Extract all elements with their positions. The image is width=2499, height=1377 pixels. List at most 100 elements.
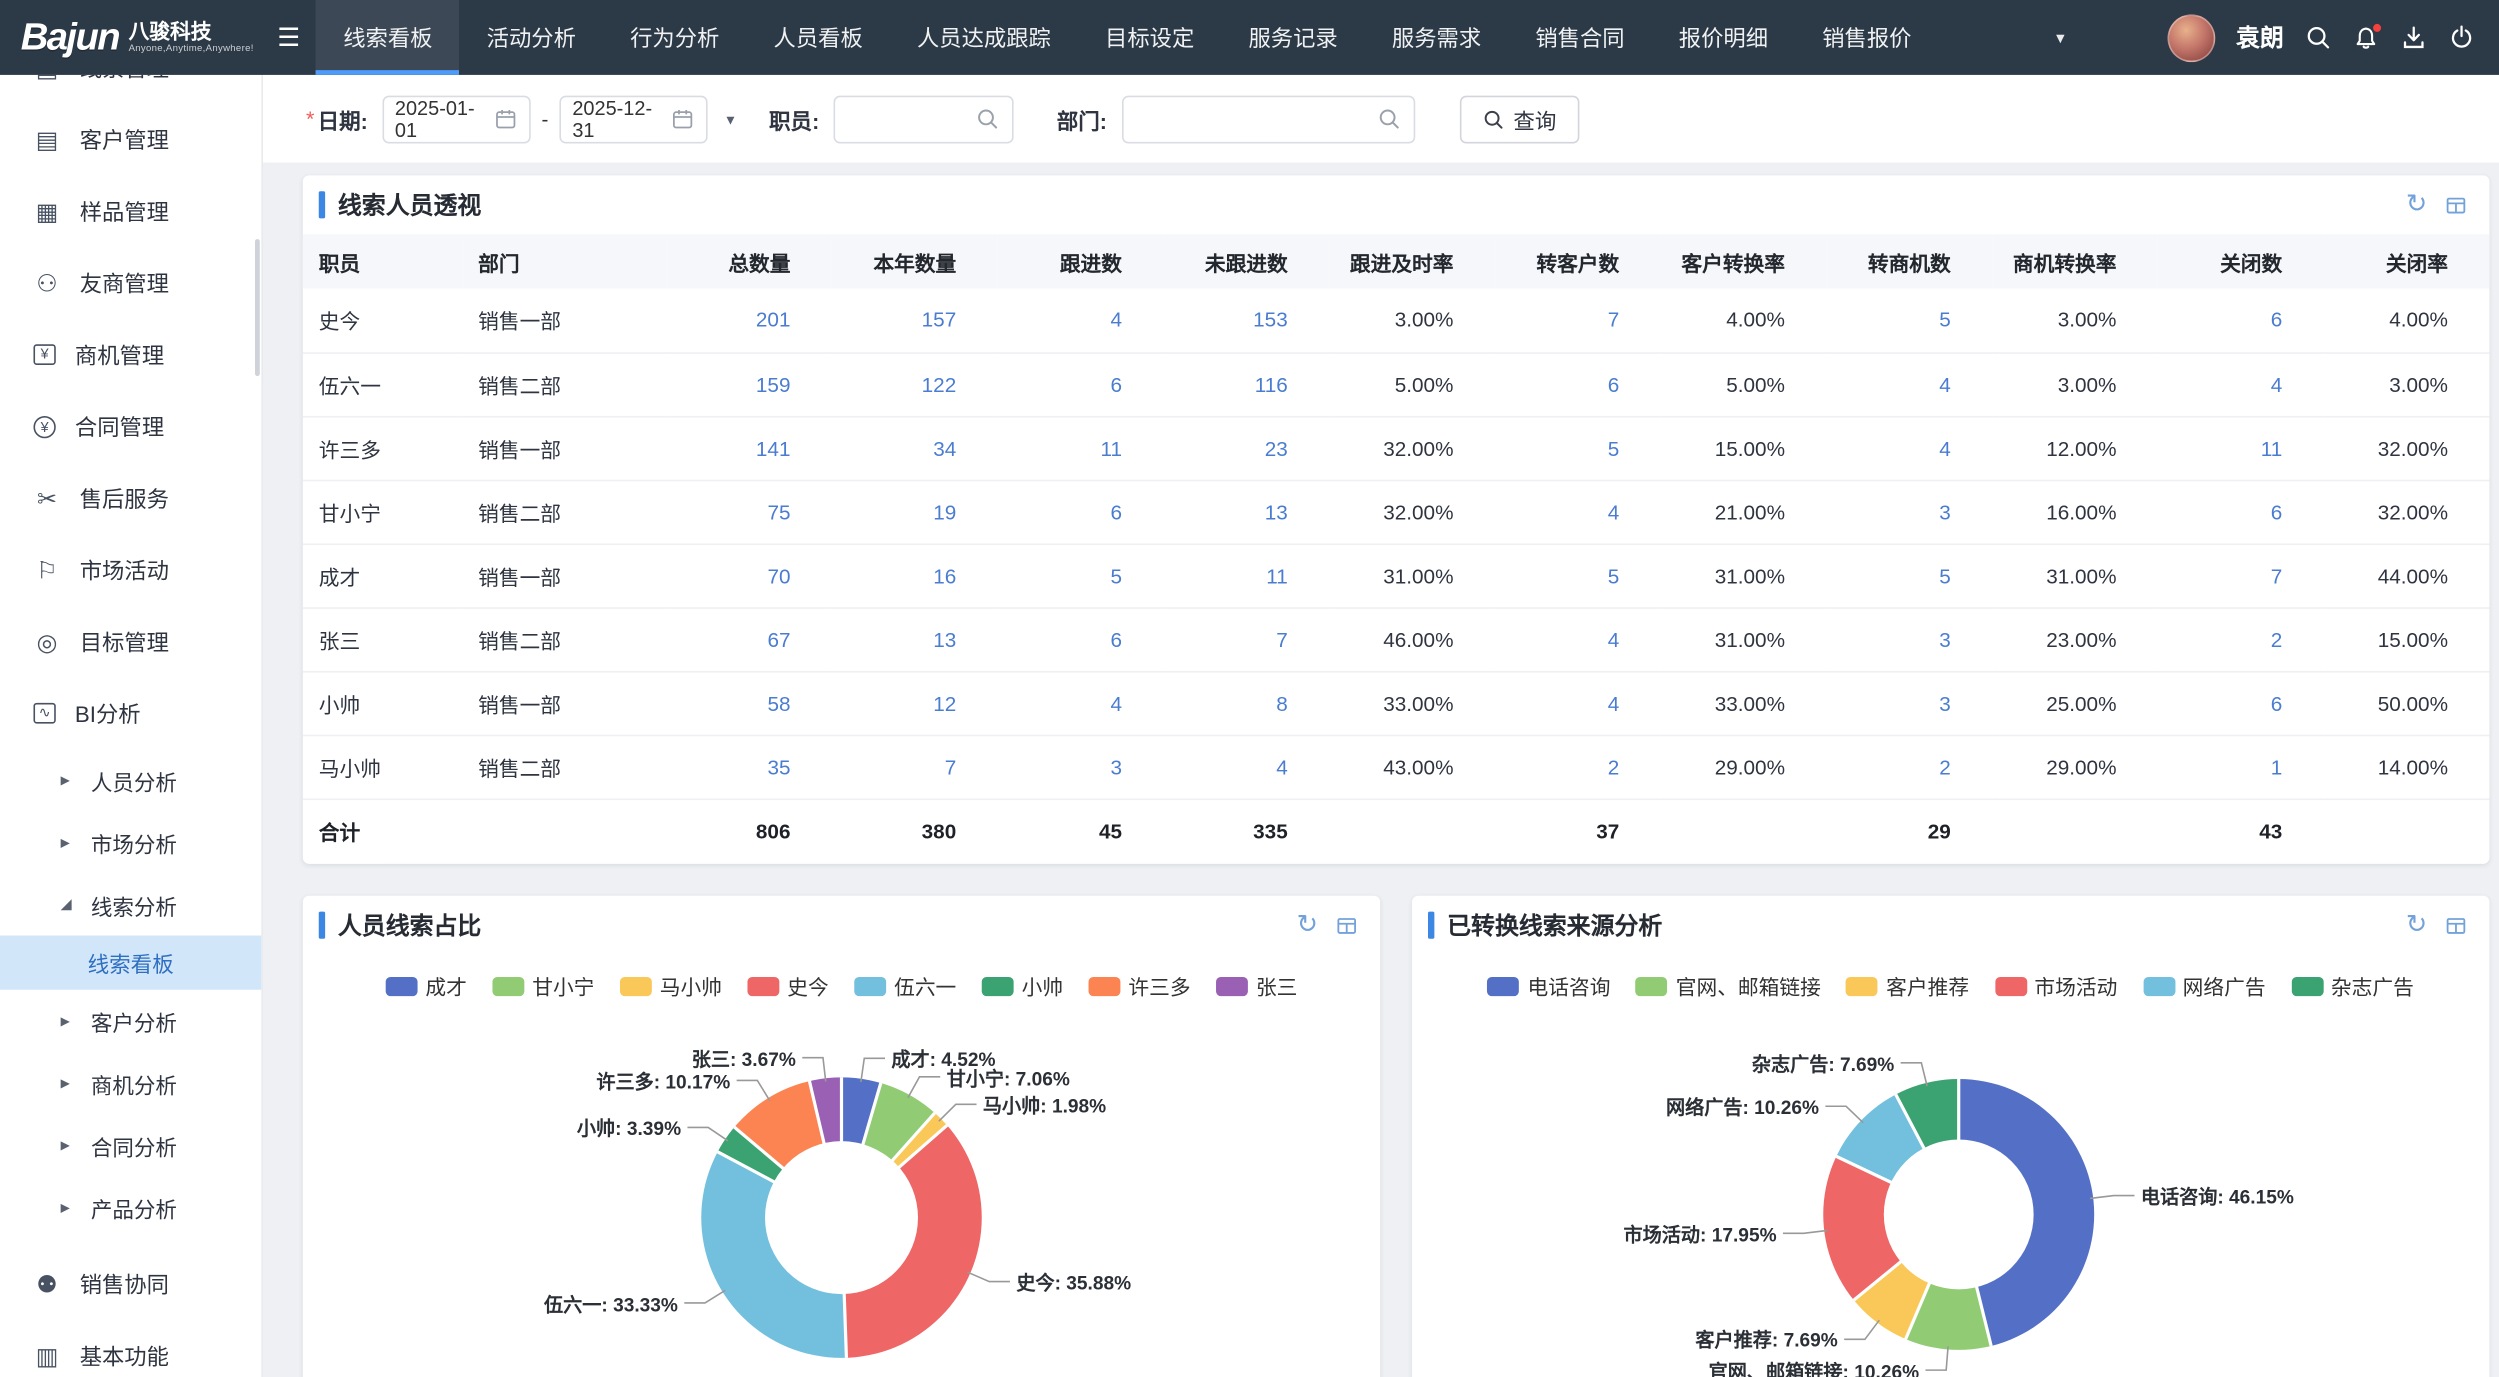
sidebar-item[interactable]: ▶产品分析 <box>0 1176 261 1238</box>
legend-item[interactable]: 杂志广告 <box>2291 971 2414 1001</box>
table-cell-link[interactable]: 58 <box>767 691 790 715</box>
date-end-input[interactable]: 2025-12-31 <box>560 95 708 143</box>
legend-item[interactable]: 伍六一 <box>854 971 956 1001</box>
nav-tab[interactable]: 人员达成跟踪 <box>890 0 1078 75</box>
table-cell-link[interactable]: 1 <box>2271 755 2283 779</box>
table-cell-link[interactable]: 6 <box>2271 308 2283 332</box>
table-cell-link[interactable]: 19 <box>933 500 956 524</box>
table-cell-link[interactable]: 4 <box>1276 755 1288 779</box>
sidebar-item[interactable]: ▤客户管理 <box>0 104 261 176</box>
table-cell-link[interactable]: 5 <box>1110 563 1122 587</box>
table-cell-link[interactable]: 70 <box>767 563 790 587</box>
table-cell-link[interactable]: 34 <box>933 436 956 460</box>
table-cell-link[interactable]: 141 <box>756 436 791 460</box>
table-cell-link[interactable]: 159 <box>756 372 791 396</box>
table-cell-link[interactable]: 5 <box>1939 308 1951 332</box>
table-cell-link[interactable]: 4 <box>1110 308 1122 332</box>
table-cell-link[interactable]: 6 <box>1110 627 1122 651</box>
table-cell-link[interactable]: 4 <box>1608 627 1620 651</box>
download-icon[interactable] <box>2400 24 2427 51</box>
sidebar-item[interactable]: ▶人员分析 <box>0 749 261 811</box>
table-cell-link[interactable]: 67 <box>767 627 790 651</box>
table-cell-link[interactable]: 11 <box>1266 563 1288 587</box>
sidebar-item[interactable]: ✂售后服务 <box>0 462 261 534</box>
nav-tab[interactable]: 目标设定 <box>1078 0 1221 75</box>
notification-bell-icon[interactable] <box>2352 24 2379 51</box>
nav-tab[interactable]: 人员看板 <box>746 0 889 75</box>
sidebar-item[interactable]: ▶合同分析 <box>0 1114 261 1176</box>
table-panel-icon[interactable] <box>1336 914 1358 936</box>
table-cell-link[interactable]: 3 <box>1110 755 1122 779</box>
nav-overflow-caret-icon[interactable]: ▼ <box>2053 29 2067 45</box>
table-cell-link[interactable]: 157 <box>922 308 957 332</box>
legend-item[interactable]: 许三多 <box>1089 971 1191 1001</box>
query-button[interactable]: 查询 <box>1459 95 1579 143</box>
table-cell-link[interactable]: 8 <box>1276 691 1288 715</box>
legend-item[interactable]: 官网、邮箱链接 <box>1636 971 1821 1001</box>
legend-item[interactable]: 小帅 <box>982 971 1063 1001</box>
table-cell-link[interactable]: 7 <box>1276 627 1288 651</box>
table-cell-link[interactable]: 5 <box>1939 563 1951 587</box>
legend-item[interactable]: 甘小宁 <box>492 971 594 1001</box>
table-cell-link[interactable]: 6 <box>1110 372 1122 396</box>
legend-item[interactable]: 史今 <box>747 971 828 1001</box>
sidebar-item[interactable]: ▤线索管理 <box>0 75 261 104</box>
table-cell-link[interactable]: 2 <box>2271 627 2283 651</box>
sidebar-item[interactable]: ⚐市场活动 <box>0 534 261 606</box>
sidebar-item[interactable]: ¥商机管理 <box>0 319 261 391</box>
sidebar-item[interactable]: ∿BI分析 <box>0 677 261 749</box>
table-cell-link[interactable]: 3 <box>1939 500 1951 524</box>
table-cell-link[interactable]: 6 <box>1110 500 1122 524</box>
refresh-icon[interactable]: ↻ <box>2406 912 2427 938</box>
nav-tab[interactable]: 服务需求 <box>1365 0 1508 75</box>
table-cell-link[interactable]: 116 <box>1255 372 1288 396</box>
table-cell-link[interactable]: 2 <box>1608 755 1620 779</box>
table-cell-link[interactable]: 13 <box>933 627 956 651</box>
hamburger-menu-icon[interactable]: ☰ <box>277 22 300 54</box>
nav-tab[interactable]: 活动分析 <box>460 0 603 75</box>
table-cell-link[interactable]: 4 <box>1608 691 1620 715</box>
sidebar-item[interactable]: ▶客户分析 <box>0 990 261 1052</box>
sidebar-item[interactable]: ▶市场分析 <box>0 811 261 873</box>
refresh-icon[interactable]: ↻ <box>2406 192 2427 218</box>
table-cell-link[interactable]: 4 <box>1939 436 1951 460</box>
table-cell-link[interactable]: 75 <box>767 500 790 524</box>
table-cell-link[interactable]: 5 <box>1608 563 1620 587</box>
logo[interactable]: Bajun 八骏科技 Anyone,Anytime,Anywhere! <box>0 15 265 60</box>
sidebar-item[interactable]: ▦样品管理 <box>0 175 261 247</box>
sidebar-item[interactable]: ▶商机分析 <box>0 1052 261 1114</box>
table-panel-icon[interactable] <box>2445 194 2467 216</box>
table-cell-link[interactable]: 23 <box>1265 436 1288 460</box>
legend-item[interactable]: 成才 <box>386 971 467 1001</box>
legend-item[interactable]: 网络广告 <box>2143 971 2266 1001</box>
sidebar-item[interactable]: ◎目标管理 <box>0 606 261 678</box>
nav-tab[interactable]: 行为分析 <box>603 0 746 75</box>
legend-item[interactable]: 客户推荐 <box>1846 971 1969 1001</box>
nav-tab[interactable]: 线索看板 <box>316 0 459 75</box>
table-cell-link[interactable]: 5 <box>1608 436 1620 460</box>
legend-item[interactable]: 张三 <box>1216 971 1297 1001</box>
table-cell-link[interactable]: 12 <box>933 691 956 715</box>
sidebar-item[interactable]: 线索看板 <box>0 936 261 990</box>
donut-chart[interactable]: 成才: 4.52%甘小宁: 7.06%马小帅: 1.98%史今: 35.88%伍… <box>303 1006 1380 1377</box>
power-icon[interactable] <box>2448 24 2475 51</box>
table-cell-link[interactable]: 35 <box>767 755 790 779</box>
table-cell-link[interactable]: 6 <box>2271 500 2283 524</box>
dept-search-input[interactable] <box>1121 95 1414 143</box>
table-cell-link[interactable]: 6 <box>2271 691 2283 715</box>
table-cell-link[interactable]: 201 <box>756 308 791 332</box>
table-panel-icon[interactable] <box>2445 914 2467 936</box>
table-cell-link[interactable]: 122 <box>922 372 957 396</box>
sidebar-item[interactable]: ¥合同管理 <box>0 390 261 462</box>
table-cell-link[interactable]: 11 <box>1100 436 1122 460</box>
nav-tab[interactable]: 销售报价 <box>1795 0 1938 75</box>
nav-tab[interactable]: 报价明细 <box>1652 0 1795 75</box>
table-cell-link[interactable]: 7 <box>2271 563 2283 587</box>
legend-item[interactable]: 电话咨询 <box>1488 971 1611 1001</box>
date-dropdown-caret-icon[interactable]: ▼ <box>724 111 737 127</box>
nav-tab[interactable]: 销售合同 <box>1508 0 1651 75</box>
user-avatar[interactable] <box>2167 14 2215 62</box>
legend-item[interactable]: 市场活动 <box>1995 971 2118 1001</box>
table-cell-link[interactable]: 4 <box>2271 372 2283 396</box>
legend-item[interactable]: 马小帅 <box>620 971 722 1001</box>
